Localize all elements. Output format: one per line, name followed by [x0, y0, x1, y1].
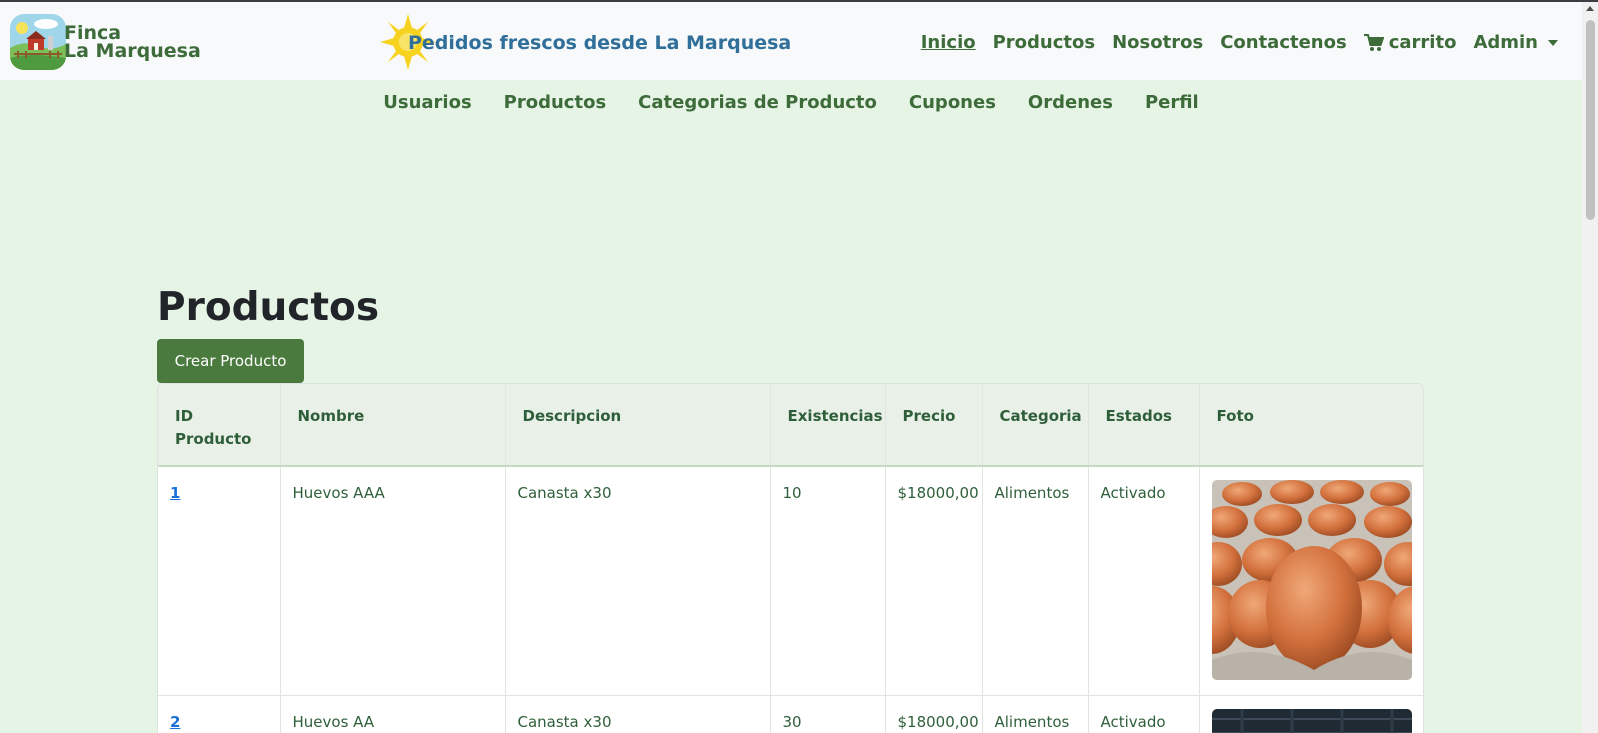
admin-subnav: Usuarios Productos Categorias de Product…: [0, 92, 1582, 113]
top-navbar: Finca La Marquesa Pedidos frescos desde …: [0, 2, 1582, 80]
table-row: 1 Huevos AAA Canasta x30 10 $18000,00 Al…: [158, 466, 1423, 696]
nav-admin-label: Admin: [1473, 32, 1538, 53]
nav-contactenos[interactable]: Contactenos: [1220, 32, 1347, 53]
cell-categoria: Alimentos: [982, 466, 1089, 696]
nav-nosotros[interactable]: Nosotros: [1112, 32, 1203, 53]
cell-estado: Activado: [1088, 695, 1200, 733]
cell-precio: $18000,00: [885, 466, 983, 696]
tagline: Pedidos frescos desde La Marquesa: [408, 32, 792, 54]
cell-foto: [1199, 695, 1423, 733]
products-table: ID Producto Nombre Descripcion Existenci…: [158, 384, 1423, 733]
cell-descripcion: Canasta x30: [505, 695, 771, 733]
cell-descripcion: Canasta x30: [505, 466, 771, 696]
nav-inicio[interactable]: Inicio: [921, 32, 976, 53]
farm-logo-icon: [10, 14, 66, 70]
cell-id: 1: [158, 466, 281, 696]
main-nav: Inicio Productos Nosotros Contactenos ca…: [904, 32, 1558, 53]
subnav-categorias[interactable]: Categorias de Producto: [638, 92, 877, 113]
subnav-perfil[interactable]: Perfil: [1145, 92, 1199, 113]
scrollbar-thumb[interactable]: [1586, 20, 1595, 220]
nav-carrito-label: carrito: [1388, 32, 1457, 53]
page-scrollbar[interactable]: [1582, 2, 1598, 733]
nav-productos[interactable]: Productos: [993, 32, 1096, 53]
nav-admin-dropdown[interactable]: Admin: [1473, 32, 1558, 53]
product-id-link[interactable]: 2: [170, 713, 180, 731]
table-row: 2 Huevos AA Canasta x30 30 $18000,00 Ali…: [158, 695, 1423, 733]
header-id-line2: Producto: [175, 430, 252, 448]
cell-nombre: Huevos AA: [280, 695, 506, 733]
subnav-ordenes[interactable]: Ordenes: [1028, 92, 1113, 113]
brand[interactable]: Finca La Marquesa: [10, 14, 201, 70]
brand-name: Finca La Marquesa: [64, 24, 201, 62]
header-precio[interactable]: Precio: [885, 384, 983, 467]
cell-categoria: Alimentos: [982, 695, 1089, 733]
subnav-usuarios[interactable]: Usuarios: [383, 92, 471, 113]
nav-carrito[interactable]: carrito: [1363, 32, 1457, 53]
header-id[interactable]: ID Producto: [158, 384, 281, 467]
cell-nombre: Huevos AAA: [280, 466, 506, 696]
product-photo-eggs: [1211, 480, 1412, 680]
chevron-down-icon: [1548, 39, 1558, 46]
cell-existencias: 10: [770, 466, 886, 696]
header-categoria[interactable]: Categoria: [982, 384, 1089, 467]
cell-estado: Activado: [1088, 466, 1200, 696]
header-estados[interactable]: Estados: [1088, 384, 1200, 467]
header-foto[interactable]: Foto: [1199, 384, 1423, 467]
products-table-container: ID Producto Nombre Descripcion Existenci…: [157, 383, 1424, 733]
scroll-up-arrow-icon[interactable]: [1586, 6, 1594, 11]
subnav-productos[interactable]: Productos: [504, 92, 607, 113]
cell-precio: $18000,00: [885, 695, 983, 733]
header-nombre[interactable]: Nombre: [280, 384, 506, 467]
cell-id: 2: [158, 695, 281, 733]
header-descripcion[interactable]: Descripcion: [505, 384, 771, 467]
product-id-link[interactable]: 1: [170, 484, 180, 502]
header-id-line1: ID: [175, 407, 194, 425]
subnav-cupones[interactable]: Cupones: [909, 92, 996, 113]
page-title: Productos: [157, 285, 380, 330]
header-existencias[interactable]: Existencias: [770, 384, 886, 467]
product-photo-eggs-2: [1211, 709, 1412, 733]
cell-existencias: 30: [770, 695, 886, 733]
cart-icon: [1363, 33, 1384, 51]
create-product-button[interactable]: Crear Producto: [157, 339, 304, 383]
cell-foto: [1199, 466, 1423, 696]
table-header-row: ID Producto Nombre Descripcion Existenci…: [158, 384, 1423, 467]
brand-line2: La Marquesa: [64, 40, 201, 62]
